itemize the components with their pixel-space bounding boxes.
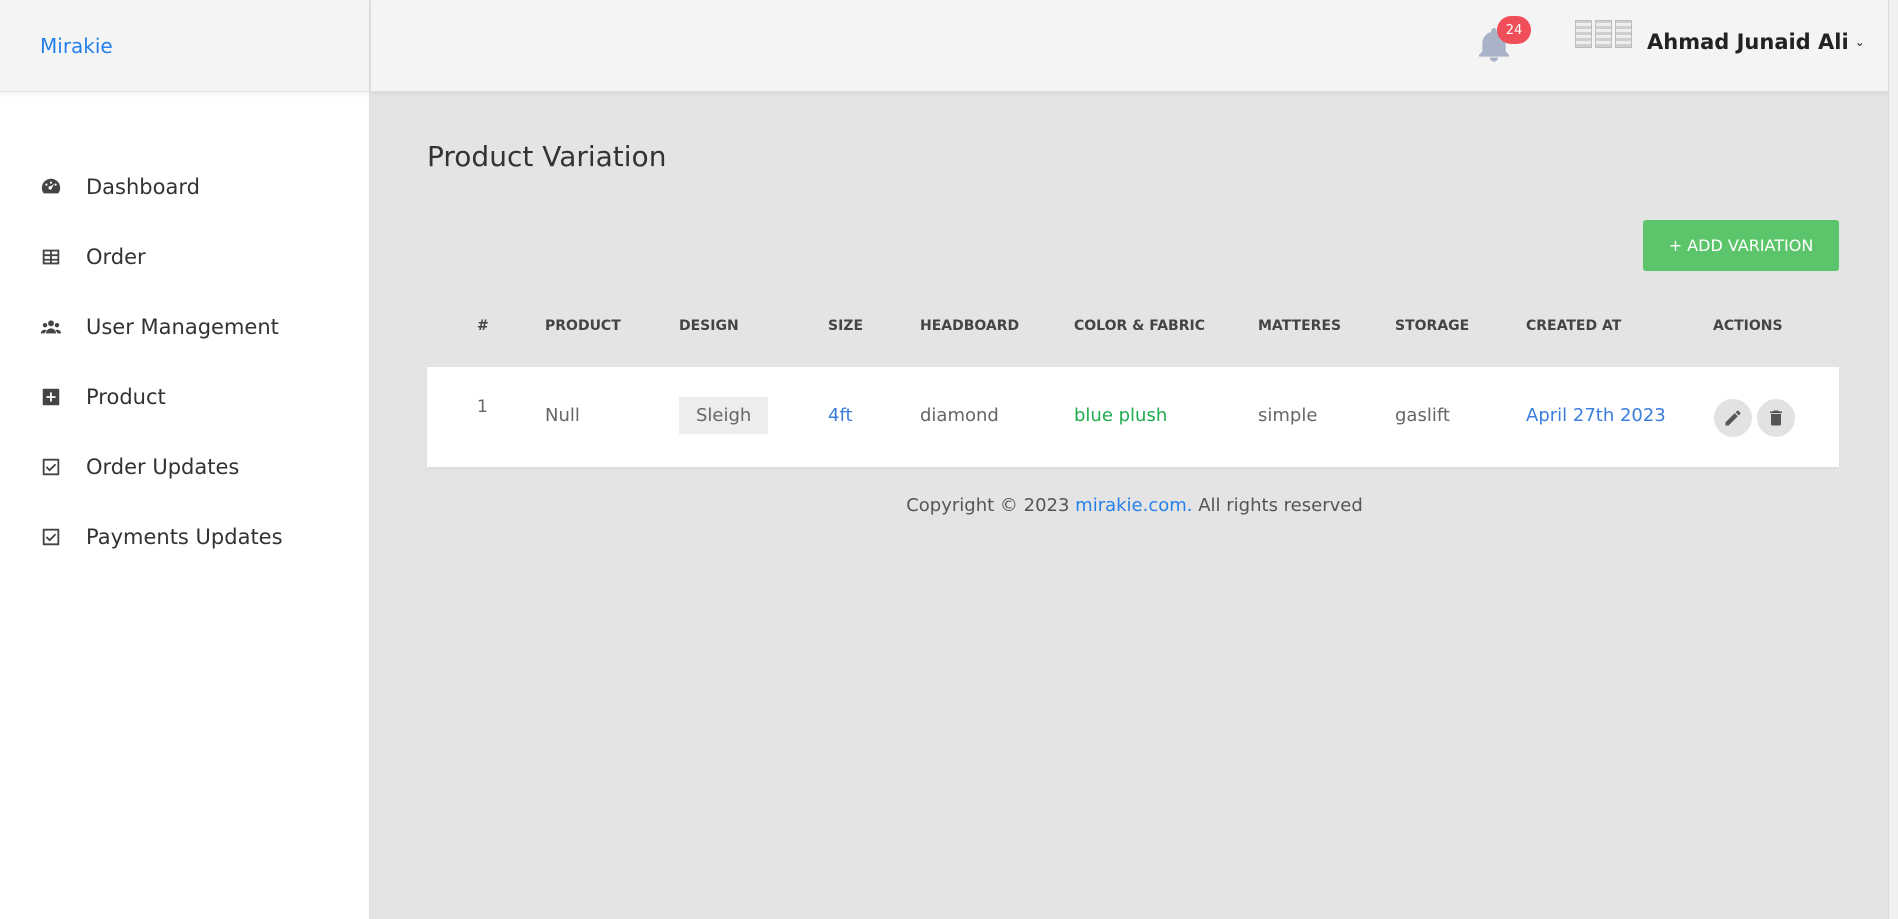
sidebar-item-order-updates[interactable]: Order Updates [0,432,369,502]
row-color-fabric: blue plush [1074,405,1168,426]
topbar: 24 Ahmad Junaid Ali ⌄ [371,0,1898,92]
delete-button[interactable] [1757,399,1795,437]
chevron-down-icon: ⌄ [1854,35,1865,49]
sidebar-item-label: User Management [86,315,279,339]
sidebar-item-dashboard[interactable]: Dashboard [0,152,369,222]
sidebar-item-user-management[interactable]: User Management [0,292,369,362]
avatar[interactable] [1575,20,1633,50]
column-header-created-at: CREATED AT [1526,318,1622,334]
user-name: Ahmad Junaid Ali [1647,30,1849,54]
sidebar: Mirakie Dashboard Order User Management … [0,0,370,919]
column-header-index: # [477,318,489,334]
table-icon [38,244,64,270]
add-variation-button[interactable]: + ADD VARIATION [1643,220,1839,271]
user-menu[interactable]: Ahmad Junaid Ali ⌄ [1647,30,1865,54]
dashboard-icon [38,174,64,200]
row-size: 4ft [828,405,853,426]
edit-button[interactable] [1714,399,1752,437]
row-matteres: simple [1258,405,1318,426]
footer-copyright-suffix: All rights reserved [1192,495,1363,516]
column-header-actions: ACTIONS [1713,318,1783,334]
row-product: Null [545,405,580,426]
sidebar-item-label: Order Updates [86,455,240,479]
footer-site-link[interactable]: mirakie.com. [1075,495,1192,516]
row-headboard: diamond [920,405,999,426]
column-header-design: DESIGN [679,318,739,334]
table-header: # PRODUCT DESIGN SIZE HEADBOARD COLOR & … [427,310,1839,350]
notification-count-badge: 24 [1497,16,1531,44]
column-header-matteres: MATTERES [1258,318,1342,334]
footer-copyright-prefix: Copyright © 2023 [906,495,1076,516]
column-header-size: SIZE [828,318,864,334]
check-square-icon [38,454,64,480]
sidebar-item-order[interactable]: Order [0,222,369,292]
sidebar-item-payments-updates[interactable]: Payments Updates [0,502,369,572]
users-icon [38,314,64,340]
table-row: 1 Null Sleigh 4ft diamond blue plush sim… [427,367,1839,467]
main-content: Product Variation + ADD VARIATION # PROD… [371,92,1898,919]
row-storage: gaslift [1395,405,1450,426]
row-design-tag: Sleigh [679,397,769,434]
scrollbar[interactable] [1888,0,1898,919]
sidebar-item-label: Dashboard [86,175,200,199]
trash-icon [1770,410,1782,426]
pencil-icon [1725,410,1741,426]
sidebar-item-label: Payments Updates [86,525,283,549]
footer: Copyright © 2023 mirakie.com. All rights… [371,495,1898,516]
brand-link[interactable]: Mirakie [40,34,113,58]
check-square-icon [38,524,64,550]
row-created-at: April 27th 2023 [1526,405,1666,426]
column-header-storage: STORAGE [1395,318,1470,334]
brand-bar: Mirakie [0,0,369,92]
page-title: Product Variation [427,140,667,173]
sidebar-item-product[interactable]: Product [0,362,369,432]
sidebar-nav: Dashboard Order User Management Product … [0,152,369,572]
column-header-product: PRODUCT [545,318,621,334]
plus-square-icon [38,384,64,410]
sidebar-item-label: Product [86,385,166,409]
sidebar-item-label: Order [86,245,146,269]
column-header-color-fabric: COLOR & FABRIC [1074,318,1205,334]
column-header-headboard: HEADBOARD [920,318,1020,334]
row-index: 1 [477,397,488,417]
